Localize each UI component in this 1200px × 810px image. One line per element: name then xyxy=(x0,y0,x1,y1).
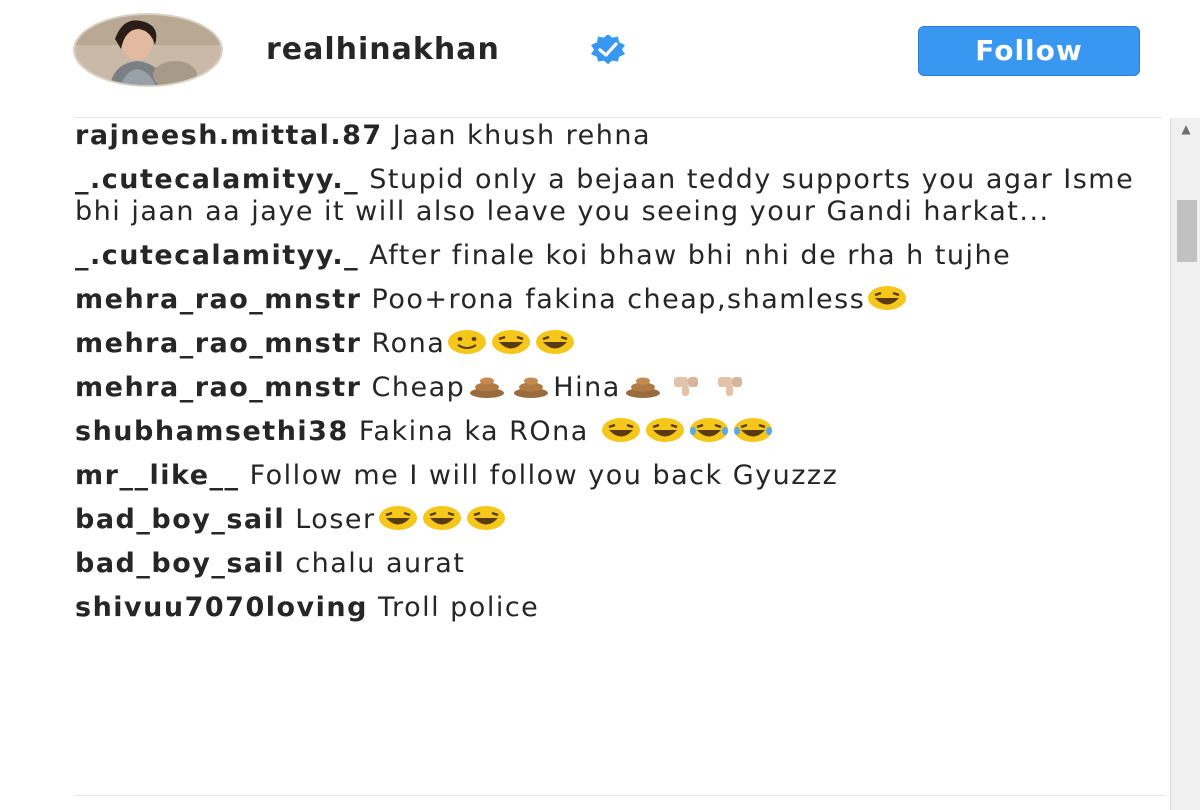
poop-icon xyxy=(470,377,505,398)
comment-username[interactable]: mehra_rao_mnstr xyxy=(75,328,361,359)
comment-text: Rona xyxy=(361,328,446,359)
comment-username[interactable]: bad_boy_sail xyxy=(75,504,285,535)
profile-username[interactable]: realhinakhan xyxy=(266,30,500,70)
comment-username[interactable]: bad_boy_sail xyxy=(75,548,285,579)
scroll-thumb[interactable] xyxy=(1177,200,1197,262)
comment-text: Troll police xyxy=(367,592,540,623)
comment-item: mehra_rao_mnstr Poo+rona fakina cheap,sh… xyxy=(75,284,1165,316)
comment-username[interactable]: _.cutecalamityy._ xyxy=(75,240,359,271)
comment-item: mr__like__ Follow me I will follow you b… xyxy=(75,460,1165,492)
comment-text: After finale koi bhaw bhi nhi de rha h t… xyxy=(359,240,1012,271)
poop-icon xyxy=(514,377,549,398)
comment-item: rajneesh.mittal.87 Jaan khush rehna xyxy=(75,120,1165,152)
comment-item: mehra_rao_mnstr Rona xyxy=(75,328,1165,360)
comment-text: Follow me I will follow you back Gyuzzz xyxy=(239,460,839,491)
profile-avatar[interactable] xyxy=(73,13,223,87)
comment-username[interactable]: shivuu7070loving xyxy=(75,592,368,623)
laughing-face-icon xyxy=(601,417,640,442)
comment-username[interactable]: mr__like__ xyxy=(75,460,240,491)
comment-text: chalu aurat xyxy=(285,548,466,579)
comment-username[interactable]: rajneesh.mittal.87 xyxy=(75,120,383,151)
laughing-face-icon xyxy=(536,329,575,354)
comment-item: shivuu7070loving Troll police xyxy=(75,592,1165,624)
laughing-face-icon xyxy=(492,329,531,354)
comment-item: _.cutecalamityy._ Stupid only a bejaan t… xyxy=(75,164,1165,228)
laughing-face-icon xyxy=(645,417,684,442)
comments-scrollbar[interactable]: ▲ xyxy=(1170,118,1200,810)
smiling-face-icon xyxy=(448,329,487,354)
laughing-face-icon xyxy=(466,505,505,530)
thumbs-down-icon xyxy=(717,376,742,396)
comment-username[interactable]: shubhamsethi38 xyxy=(75,416,349,447)
comment-text: Jaan khush rehna xyxy=(382,120,652,151)
crying-laughing-face-icon xyxy=(689,417,728,442)
comment-item: shubhamsethi38 Fakina ka ROna xyxy=(75,416,1165,448)
footer-divider xyxy=(75,795,1165,796)
post-header: realhinakhan Follow xyxy=(0,0,1200,118)
laughing-face-icon xyxy=(378,505,417,530)
header-divider xyxy=(75,117,1162,118)
comment-username[interactable]: _.cutecalamityy._ xyxy=(75,164,359,195)
poop-icon xyxy=(625,377,660,398)
thumbs-down-icon xyxy=(673,376,698,396)
scroll-up-arrow-icon[interactable]: ▲ xyxy=(1171,118,1200,140)
comment-item: bad_boy_sail Loser xyxy=(75,504,1165,536)
comment-username[interactable]: mehra_rao_mnstr xyxy=(75,284,361,315)
comment-text: Poo+rona fakina cheap,shamless xyxy=(361,284,866,315)
comment-text: Cheap xyxy=(361,372,466,403)
verified-badge-icon xyxy=(591,35,625,65)
comments-list: rajneesh.mittal.87 Jaan khush rehna _.cut… xyxy=(75,120,1165,636)
comment-text: Loser xyxy=(285,504,376,535)
comment-item: bad_boy_sail chalu aurat xyxy=(75,548,1165,580)
laughing-face-icon xyxy=(422,505,461,530)
crying-laughing-face-icon xyxy=(733,417,772,442)
laughing-face-icon xyxy=(868,285,907,310)
comment-item: mehra_rao_mnstr Cheap Hina xyxy=(75,372,1165,404)
follow-button[interactable]: Follow xyxy=(918,26,1140,76)
comment-username[interactable]: mehra_rao_mnstr xyxy=(75,372,361,403)
comment-item: _.cutecalamityy._ After finale koi bhaw … xyxy=(75,240,1165,272)
comment-text: Hina xyxy=(553,372,621,403)
comment-text: Fakina ka ROna xyxy=(348,416,599,447)
